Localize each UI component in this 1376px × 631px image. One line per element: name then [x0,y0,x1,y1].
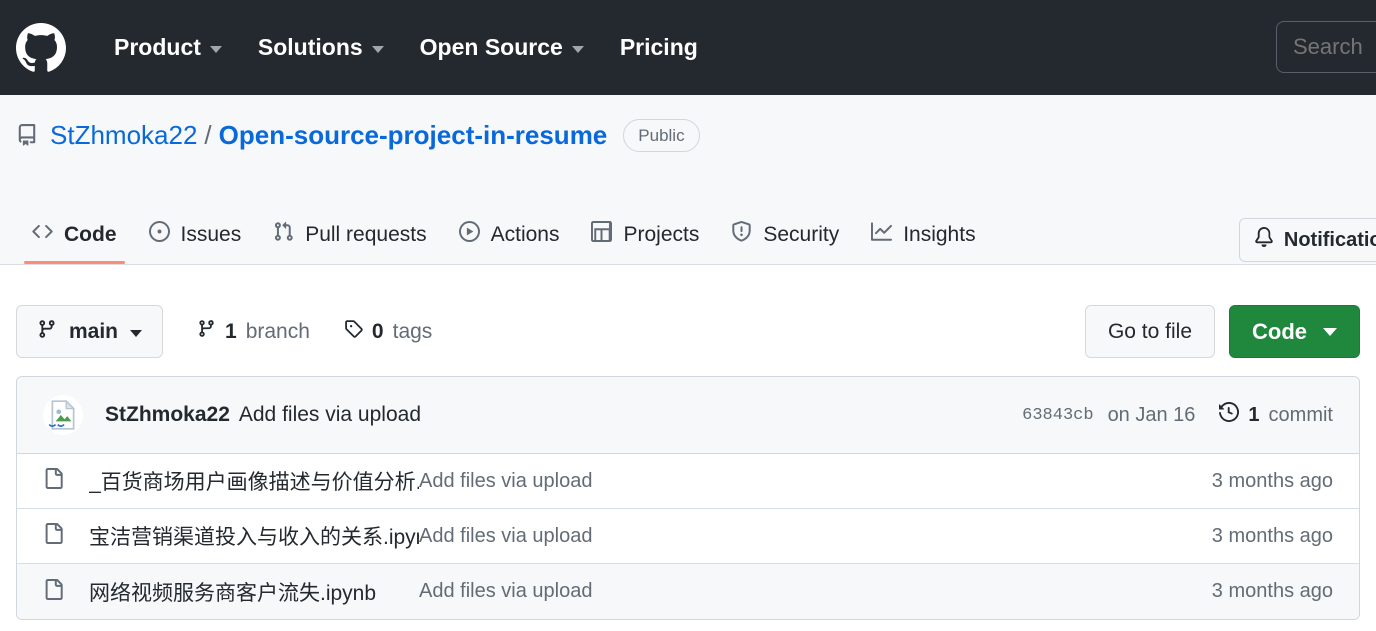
tab-actions-label: Actions [490,222,560,246]
tab-actions[interactable]: Actions [443,221,576,264]
file-list-container: StZhmoka22 Add files via upload 63843cb … [16,376,1360,620]
nav-item-open-source[interactable]: Open Source [402,34,602,61]
commit-count-value: 1 [1248,403,1260,426]
git-pull-request-icon [273,221,294,248]
repository-title: StZhmoka22 / Open-source-project-in-resu… [16,95,1360,152]
tab-security[interactable]: Security [715,221,855,264]
chevron-down-icon [1323,327,1337,336]
tab-code[interactable]: Code [16,221,133,264]
table-row[interactable]: _百货商场用户画像描述与价值分析.i... Add files via uplo… [17,454,1359,509]
github-mark-icon[interactable] [16,22,66,73]
tab-insights-label: Insights [903,222,976,246]
notifications-button[interactable]: Notifications [1238,218,1376,262]
chevron-down-icon [371,45,384,53]
nav-item-pricing-label: Pricing [619,34,698,60]
avatar[interactable] [43,395,83,435]
chevron-down-icon [130,329,143,337]
repo-toolbar: main 1 branch 0 tags Go to file Code [16,265,1360,365]
tab-insights[interactable]: Insights [855,221,991,264]
repo-separator: / [204,119,212,150]
file-icon [43,523,64,549]
tab-pull-requests-label: Pull requests [305,222,427,246]
repo-owner-link[interactable]: StZhmoka22 [50,120,197,151]
tag-icon [344,319,363,344]
file-icon [43,578,64,605]
code-icon [32,221,53,248]
global-nav: Product Solutions Open Source Pricing [96,34,716,61]
commit-author-link[interactable]: StZhmoka22 [105,403,230,427]
tag-count-value: 0 [371,319,384,343]
shield-icon [731,221,752,248]
repo-visibility-badge: Public [623,118,700,152]
file-age: 3 months ago [1211,524,1333,547]
tab-pull-requests[interactable]: Pull requests [257,221,442,264]
file-age: 3 months ago [1211,469,1333,492]
commit-count-label: commit [1268,403,1333,426]
search-input[interactable] [1276,21,1376,73]
branch-name-label: main [69,319,119,343]
tag-count-link[interactable]: 0 tags [344,319,432,344]
table-row[interactable]: 网络视频服务商客户流失.ipynb Add files via upload 3… [17,564,1359,619]
global-header: Product Solutions Open Source Pricing [0,0,1376,95]
nav-item-solutions-label: Solutions [257,34,363,60]
commit-history-link[interactable]: 1 commit [1219,401,1333,428]
main-content: main 1 branch 0 tags Go to file Code StZ… [0,265,1376,620]
file-age: 3 months ago [1211,580,1333,602]
nav-item-product-label: Product [114,34,201,60]
tab-security-label: Security [763,222,840,246]
repository-tabs: Code Issues Pull requests Actions Projec… [16,202,992,264]
branch-selector-button[interactable]: main [16,305,164,358]
go-to-file-button[interactable]: Go to file [1084,305,1215,358]
git-branch-icon [197,319,216,344]
file-commit-message[interactable]: Add files via upload [419,580,1212,603]
latest-commit-bar: StZhmoka22 Add files via upload 63843cb … [17,377,1359,454]
commit-message-link[interactable]: Add files via upload [239,403,421,427]
tab-issues[interactable]: Issues [133,221,258,264]
repo-name-link[interactable]: Open-source-project-in-resume [219,120,608,151]
code-download-button[interactable]: Code [1229,305,1360,358]
file-name-link[interactable]: _百货商场用户画像描述与价值分析.i... [89,466,419,496]
issue-opened-icon [148,221,170,248]
bell-icon [1254,227,1274,253]
tab-issues-label: Issues [180,222,242,246]
file-name-link[interactable]: 网络视频服务商客户流失.ipynb [89,577,419,607]
file-icon [43,468,64,494]
nav-item-open-source-label: Open Source [419,34,563,60]
history-icon [1219,401,1240,428]
repo-icon [16,122,38,148]
nav-item-product[interactable]: Product [96,34,240,61]
chevron-down-icon [209,45,222,53]
branch-count-value: 1 [225,319,237,343]
nav-item-pricing[interactable]: Pricing [602,34,716,61]
nav-item-solutions[interactable]: Solutions [240,34,402,61]
file-commit-message[interactable]: Add files via upload [419,525,1212,548]
play-icon [458,221,480,248]
tab-projects-label: Projects [623,222,700,246]
repository-header: StZhmoka22 / Open-source-project-in-resu… [0,95,1376,265]
table-icon [591,221,613,248]
file-commit-message[interactable]: Add files via upload [419,470,1212,493]
file-name-link[interactable]: 宝洁营销渠道投入与收入的关系.ipynb [89,521,419,551]
notifications-label: Notifications [1283,228,1376,251]
tag-count-label: tags [392,319,433,343]
git-branch-icon [37,319,57,345]
table-row[interactable]: 宝洁营销渠道投入与收入的关系.ipynb Add files via uploa… [17,509,1359,564]
tab-projects[interactable]: Projects [575,221,715,264]
chevron-down-icon [571,45,584,53]
branch-count-link[interactable]: 1 branch [197,319,310,344]
commit-hash-link[interactable]: 63843cb [1022,406,1093,425]
code-button-label: Code [1252,318,1307,344]
graph-icon [871,221,893,248]
branch-count-label: branch [245,319,310,343]
commit-date: on Jan 16 [1107,403,1196,426]
tab-code-label: Code [64,222,117,246]
